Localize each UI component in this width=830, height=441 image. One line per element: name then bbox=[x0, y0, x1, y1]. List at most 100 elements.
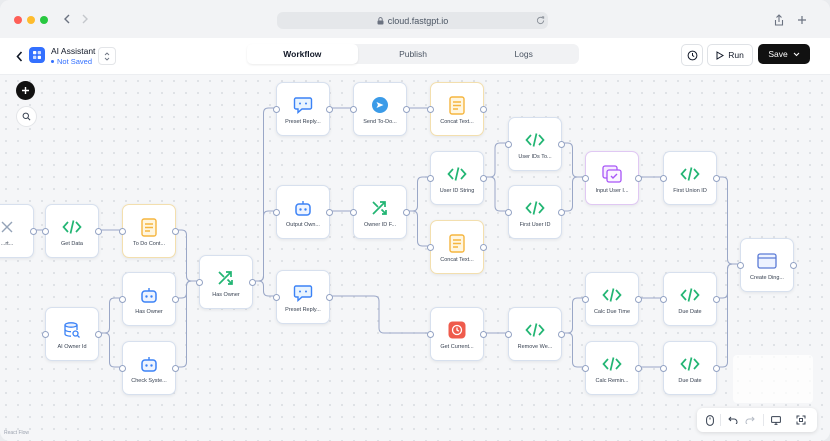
output-handle[interactable] bbox=[403, 106, 410, 113]
output-handle[interactable] bbox=[172, 365, 179, 372]
workflow-canvas[interactable]: ...rt... Get Data To Do Cont... AI Owner Id… bbox=[0, 75, 830, 441]
maximize-window-button[interactable] bbox=[40, 16, 48, 24]
workflow-node[interactable]: Output Own... bbox=[273, 185, 333, 239]
app-switcher-button[interactable] bbox=[98, 47, 116, 65]
output-handle[interactable] bbox=[480, 175, 487, 182]
input-handle[interactable] bbox=[273, 209, 280, 216]
input-handle[interactable] bbox=[42, 228, 49, 235]
input-handle[interactable] bbox=[273, 294, 280, 301]
save-button[interactable]: Save bbox=[758, 44, 810, 64]
monitor-icon[interactable] bbox=[769, 413, 783, 427]
workflow-edge[interactable] bbox=[176, 280, 197, 368]
output-handle[interactable] bbox=[790, 262, 797, 269]
reload-icon[interactable] bbox=[534, 14, 546, 26]
input-handle[interactable] bbox=[350, 209, 357, 216]
search-node-button[interactable] bbox=[16, 106, 37, 127]
output-handle[interactable] bbox=[95, 331, 102, 338]
input-handle[interactable] bbox=[119, 365, 126, 372]
workflow-edge[interactable] bbox=[562, 332, 583, 368]
workflow-edge[interactable] bbox=[253, 210, 274, 282]
redo-icon[interactable] bbox=[743, 413, 757, 427]
input-handle[interactable] bbox=[660, 175, 667, 182]
output-handle[interactable] bbox=[558, 209, 565, 216]
input-handle[interactable] bbox=[119, 296, 126, 303]
workflow-node[interactable]: To Do Cont... bbox=[119, 204, 179, 258]
workflow-node[interactable]: Has Owner bbox=[196, 255, 256, 309]
output-handle[interactable] bbox=[480, 106, 487, 113]
output-handle[interactable] bbox=[480, 331, 487, 338]
workflow-node[interactable]: Owner ID F... bbox=[350, 185, 410, 239]
tab-logs[interactable]: Logs bbox=[468, 44, 579, 64]
output-handle[interactable] bbox=[403, 209, 410, 216]
input-handle[interactable] bbox=[660, 296, 667, 303]
workflow-node[interactable]: Calc Remin... bbox=[582, 341, 642, 395]
back-icon[interactable] bbox=[13, 49, 25, 63]
workflow-edge[interactable] bbox=[99, 297, 120, 334]
workflow-edge[interactable] bbox=[717, 176, 738, 265]
output-handle[interactable] bbox=[713, 175, 720, 182]
output-handle[interactable] bbox=[558, 141, 565, 148]
output-handle[interactable] bbox=[326, 209, 333, 216]
output-handle[interactable] bbox=[172, 228, 179, 235]
history-button[interactable] bbox=[681, 44, 703, 66]
run-button[interactable]: Run bbox=[707, 44, 753, 66]
output-handle[interactable] bbox=[635, 175, 642, 182]
input-handle[interactable] bbox=[427, 106, 434, 113]
workflow-node[interactable]: Get Data bbox=[42, 204, 102, 258]
workflow-edge[interactable] bbox=[484, 176, 506, 212]
workflow-node[interactable]: Preset Reply... bbox=[273, 270, 333, 324]
output-handle[interactable] bbox=[713, 365, 720, 372]
input-handle[interactable] bbox=[427, 331, 434, 338]
add-node-button[interactable] bbox=[16, 81, 35, 100]
input-handle[interactable] bbox=[196, 279, 203, 286]
workflow-edge[interactable] bbox=[99, 332, 120, 368]
workflow-node[interactable]: ...rt... bbox=[0, 204, 37, 258]
input-handle[interactable] bbox=[660, 365, 667, 372]
output-handle[interactable] bbox=[172, 296, 179, 303]
back-nav-icon[interactable] bbox=[60, 12, 74, 26]
workflow-node[interactable]: Due Date bbox=[660, 272, 720, 326]
mouse-mode-icon[interactable] bbox=[703, 413, 717, 427]
workflow-node[interactable]: AI Owner Id bbox=[42, 307, 102, 361]
input-handle[interactable] bbox=[582, 365, 589, 372]
workflow-edge[interactable] bbox=[407, 210, 428, 247]
workflow-node[interactable]: Preset Reply... bbox=[273, 82, 333, 136]
input-handle[interactable] bbox=[427, 175, 434, 182]
input-handle[interactable] bbox=[42, 331, 49, 338]
minimize-window-button[interactable] bbox=[27, 16, 35, 24]
workflow-edge[interactable] bbox=[253, 280, 274, 297]
workflow-edge[interactable] bbox=[484, 142, 506, 178]
forward-nav-icon[interactable] bbox=[78, 12, 92, 26]
workflow-node[interactable]: Concat Text... bbox=[427, 82, 487, 136]
minimap[interactable] bbox=[733, 355, 813, 403]
workflow-node[interactable]: First Union ID bbox=[660, 151, 720, 205]
workflow-edge[interactable] bbox=[562, 142, 583, 178]
workflow-node[interactable]: User ID String bbox=[427, 151, 487, 205]
input-handle[interactable] bbox=[505, 209, 512, 216]
output-handle[interactable] bbox=[480, 244, 487, 251]
input-handle[interactable] bbox=[273, 106, 280, 113]
share-icon[interactable] bbox=[772, 13, 786, 27]
close-window-button[interactable] bbox=[14, 16, 22, 24]
workflow-node[interactable]: User IDs To... bbox=[505, 117, 565, 171]
input-handle[interactable] bbox=[737, 262, 744, 269]
output-handle[interactable] bbox=[635, 365, 642, 372]
workflow-node[interactable]: Remove We... bbox=[505, 307, 565, 361]
workflow-node[interactable]: Check Syste... bbox=[119, 341, 179, 395]
output-handle[interactable] bbox=[326, 106, 333, 113]
output-handle[interactable] bbox=[713, 296, 720, 303]
output-handle[interactable] bbox=[95, 228, 102, 235]
workflow-node[interactable]: Concat Text... bbox=[427, 220, 487, 274]
workflow-node[interactable]: First User ID bbox=[505, 185, 565, 239]
workflow-node[interactable]: Send To-Do... bbox=[350, 82, 410, 136]
workflow-node[interactable]: Get Current... bbox=[427, 307, 487, 361]
input-handle[interactable] bbox=[350, 106, 357, 113]
input-handle[interactable] bbox=[582, 175, 589, 182]
workflow-edge[interactable] bbox=[330, 295, 428, 334]
address-bar[interactable]: cloud.fastgpt.io bbox=[277, 12, 548, 29]
input-handle[interactable] bbox=[119, 228, 126, 235]
workflow-node[interactable]: Due Date bbox=[660, 341, 720, 395]
workflow-node[interactable]: Calc Due Time bbox=[582, 272, 642, 326]
input-handle[interactable] bbox=[582, 296, 589, 303]
workflow-node[interactable]: Has Owner bbox=[119, 272, 179, 326]
